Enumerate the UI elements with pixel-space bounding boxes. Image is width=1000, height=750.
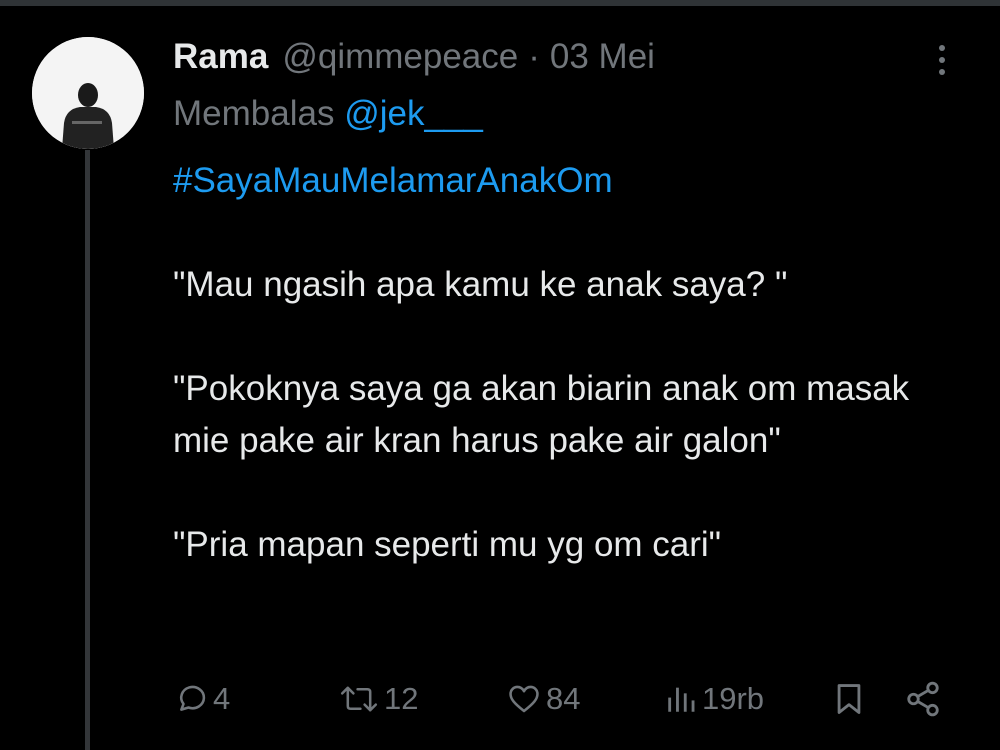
reply-prefix: Membalas <box>173 94 335 133</box>
reply-button[interactable]: 4 <box>175 672 230 726</box>
heart-icon <box>509 685 539 713</box>
tweet-body: #SayaMauMelamarAnakOm "Mau ngasih apa ka… <box>173 155 953 571</box>
avatar-image <box>32 37 144 149</box>
views-button[interactable]: 19rb <box>664 672 764 726</box>
action-bar: 4 12 84 19rb <box>0 672 1000 726</box>
more-options-button[interactable] <box>928 40 956 80</box>
views-icon <box>668 687 695 712</box>
top-divider <box>0 0 1000 6</box>
bookmark-icon <box>837 684 861 714</box>
bookmark-button[interactable] <box>832 672 866 726</box>
retweet-button[interactable]: 12 <box>338 672 418 726</box>
hashtag-link[interactable]: #SayaMauMelamarAnakOm <box>173 161 613 200</box>
tweet-line: "Pria mapan seperti mu yg om cari" <box>173 525 722 564</box>
share-icon <box>907 681 939 717</box>
reply-mention-link[interactable]: @jek___ <box>344 94 483 133</box>
views-count: 19rb <box>702 681 765 716</box>
tweet-line: "Pokoknya saya ga akan biarin anak om ma… <box>173 369 910 460</box>
like-button[interactable]: 84 <box>506 672 580 726</box>
more-icon <box>939 45 945 51</box>
tweet-date[interactable]: 03 Mei <box>550 37 655 77</box>
thread-line <box>85 150 90 750</box>
tweet-header: Rama @qimmepeace · 03 Mei <box>173 34 655 80</box>
reply-icon <box>180 685 206 711</box>
share-button[interactable] <box>904 672 942 726</box>
reply-context: Membalas @jek___ <box>173 94 483 134</box>
retweet-icon <box>340 686 378 712</box>
author-name[interactable]: Rama <box>173 37 268 77</box>
reply-count: 4 <box>213 681 231 716</box>
author-handle[interactable]: @qimmepeace <box>282 37 518 77</box>
like-count: 84 <box>546 681 581 716</box>
tweet-line: "Mau ngasih apa kamu ke anak saya? " <box>173 265 788 304</box>
avatar[interactable] <box>32 37 144 149</box>
retweet-count: 12 <box>384 681 419 716</box>
separator-dot: · <box>528 37 540 76</box>
